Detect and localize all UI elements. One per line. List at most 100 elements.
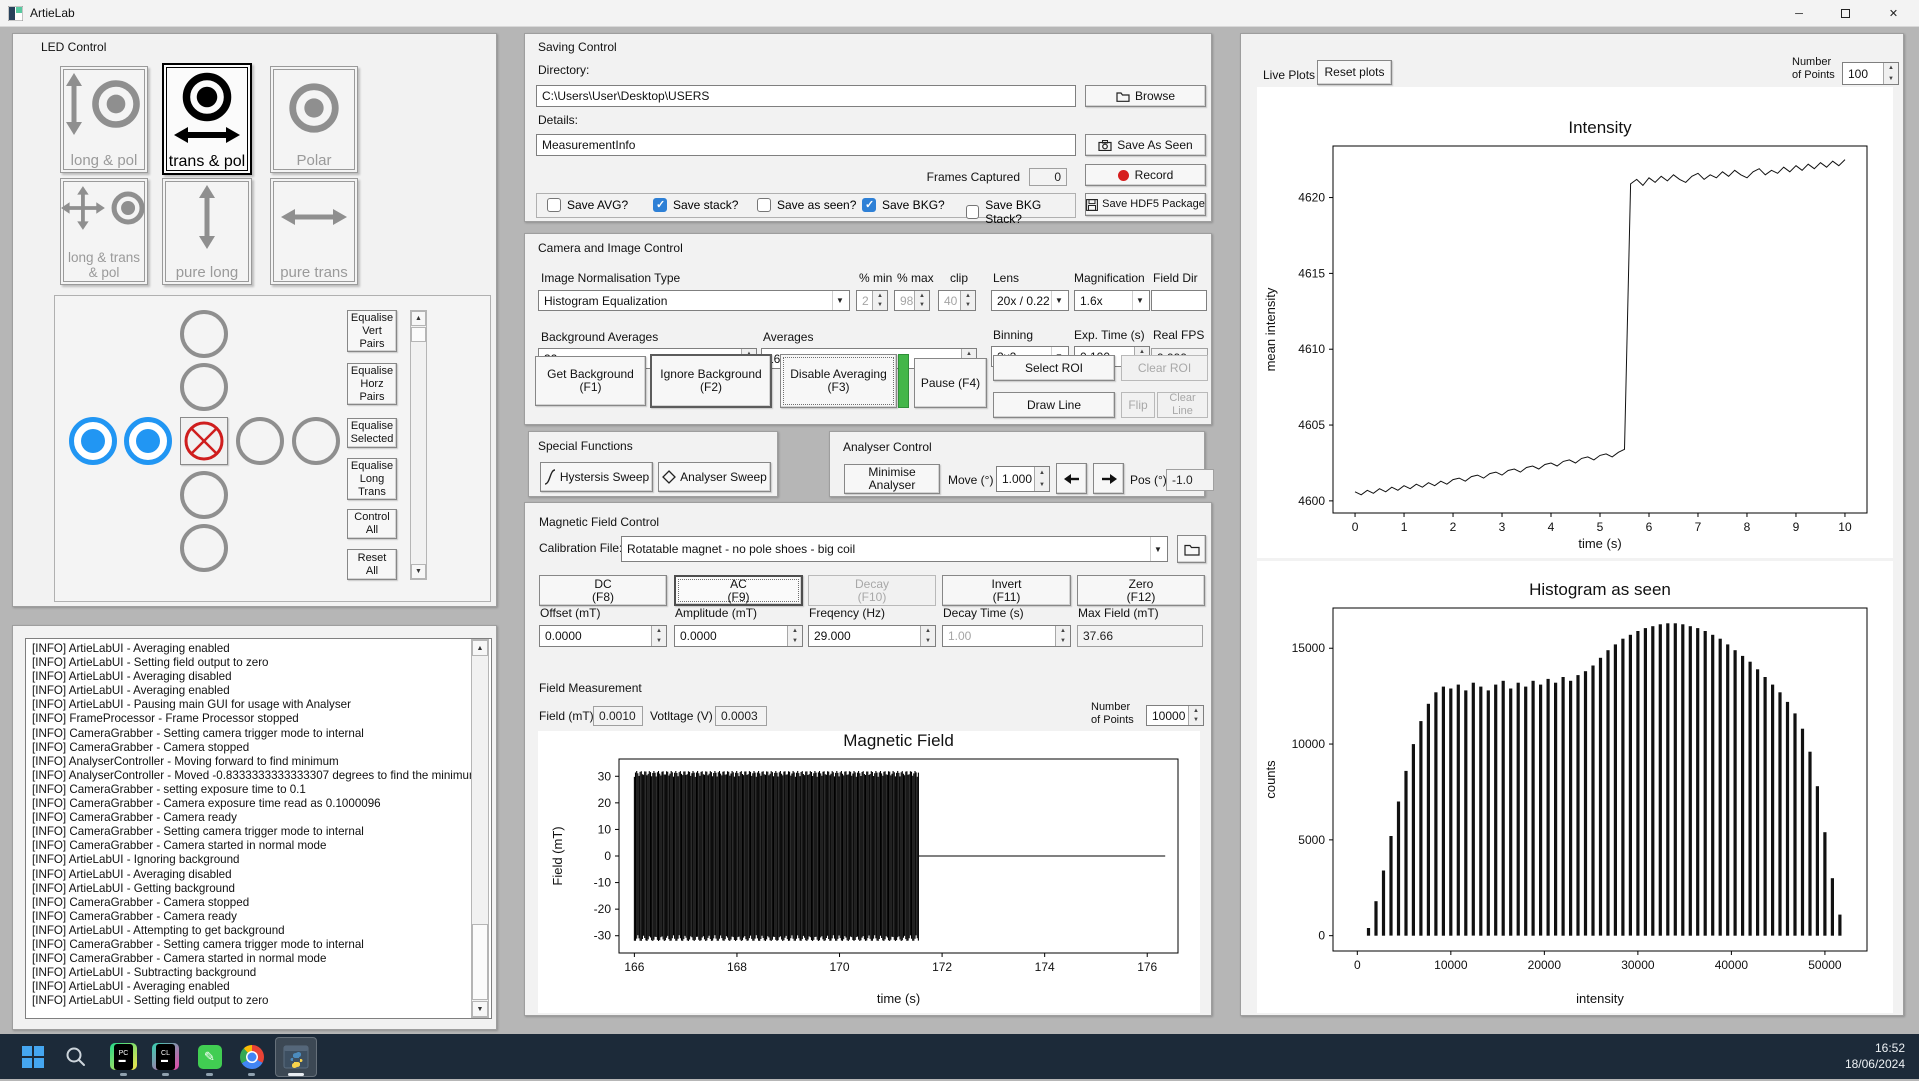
led-mode-long-pol-button[interactable]: long & pol — [60, 66, 148, 173]
led-mode-pure-long-button[interactable]: pure long — [162, 178, 252, 285]
led-circle-off[interactable] — [180, 363, 228, 411]
amplitude-spinbox[interactable]: 0.0000▲▼ — [674, 625, 803, 647]
spinner-arrows-icon[interactable]: ▲▼ — [914, 291, 929, 310]
analyser-sweep-button[interactable]: Analyser Sweep — [658, 462, 771, 492]
equalise-horz-pairs-button[interactable]: Equalise Horz Pairs — [347, 363, 397, 405]
draw-line-button[interactable]: Draw Line — [993, 392, 1115, 418]
minimise-analyser-button[interactable]: Minimise Analyser — [844, 464, 940, 494]
minimize-button[interactable]: ─ — [1776, 0, 1822, 27]
pause-button[interactable]: Pause (F4) — [914, 358, 987, 408]
calibration-file-dropdown[interactable]: Rotatable magnet - no pole shoes - big c… — [621, 536, 1168, 562]
spinner-arrows-icon[interactable]: ▲▼ — [787, 626, 802, 646]
equalise-selected-button[interactable]: Equalise Selected — [347, 418, 397, 448]
spinner-arrows-icon[interactable]: ▲▼ — [920, 626, 935, 646]
checkbox-unchecked-icon[interactable] — [547, 198, 561, 212]
taskbar-chrome[interactable] — [238, 1043, 265, 1070]
reset-all-button[interactable]: Reset All — [347, 549, 397, 580]
calibration-browse-button[interactable] — [1177, 535, 1206, 563]
save-option-checkbox[interactable]: Save stack? — [653, 198, 738, 212]
frequency-spinbox[interactable]: 29.000▲▼ — [808, 625, 936, 647]
led-mode-trans-pol-button[interactable]: trans & pol — [162, 63, 252, 175]
disable-averaging-button[interactable]: Disable Averaging (F3) — [780, 354, 897, 408]
details-input[interactable]: MeasurementInfo — [536, 134, 1076, 156]
log-scrollbar[interactable]: ▲ ▼ — [471, 639, 489, 1018]
save-option-checkbox[interactable]: Save BKG Stack? — [966, 198, 1075, 226]
normalisation-dropdown[interactable]: Histogram Equalization▼ — [538, 290, 850, 311]
led-circle-crossed[interactable] — [180, 417, 228, 465]
save-hdf5-button[interactable]: Save HDF5 Package — [1085, 193, 1206, 216]
led-circle-off[interactable] — [180, 524, 228, 572]
browse-button[interactable]: Browse — [1085, 85, 1206, 107]
search-button[interactable] — [62, 1043, 89, 1070]
invert-button[interactable]: Invert (F11) — [942, 575, 1071, 606]
equalise-long-trans-button[interactable]: Equalise Long Trans — [347, 458, 397, 500]
checkbox-checked-icon[interactable] — [862, 198, 876, 212]
save-option-checkbox[interactable]: Save AVG? — [547, 198, 628, 212]
equalise-vert-pairs-button[interactable]: Equalise Vert Pairs — [347, 310, 397, 352]
scroll-up-icon[interactable]: ▲ — [472, 640, 488, 656]
led-mode-long-trans-pol-button[interactable]: long & trans & pol — [60, 178, 148, 285]
decay-button[interactable]: Decay (F10) — [808, 575, 936, 606]
taskbar-qt-designer[interactable]: ✎ — [196, 1043, 223, 1070]
decay-time-spinbox[interactable]: 1.00▲▼ — [942, 625, 1071, 647]
clear-line-button[interactable]: Clear Line — [1157, 392, 1208, 418]
get-background-button[interactable]: Get Background (F1) — [535, 356, 646, 406]
ignore-background-button[interactable]: Ignore Background (F2) — [650, 354, 772, 408]
scroll-down-icon[interactable]: ▼ — [472, 1001, 488, 1017]
ac-button[interactable]: AC (F9) — [674, 575, 803, 606]
led-circle-off[interactable] — [236, 417, 284, 465]
checkbox-checked-icon[interactable] — [653, 198, 667, 212]
directory-input[interactable]: C:\Users\User\Desktop\USERS — [536, 85, 1076, 107]
zero-button[interactable]: Zero (F12) — [1077, 575, 1205, 606]
taskbar-pycharm[interactable]: PC▬ — [110, 1043, 137, 1070]
save-option-checkbox[interactable]: Save as seen? — [757, 198, 856, 212]
spinner-arrows-icon[interactable]: ▲▼ — [1188, 706, 1203, 725]
start-button[interactable] — [19, 1043, 46, 1070]
flip-button[interactable]: Flip — [1121, 392, 1155, 418]
taskbar-artielab-active[interactable] — [275, 1037, 317, 1077]
taskbar-clion[interactable]: CL▬ — [152, 1043, 179, 1070]
save-as-seen-button[interactable]: Save As Seen — [1085, 134, 1206, 156]
hysteresis-sweep-button[interactable]: Hystersis Sweep — [540, 462, 653, 492]
led-mode-pure-trans-button[interactable]: pure trans — [270, 178, 358, 285]
select-roi-button[interactable]: Select ROI — [993, 355, 1115, 381]
log-output[interactable]: [INFO] ArtieLabUI - Averaging enabled[IN… — [25, 638, 492, 1019]
move-left-button[interactable] — [1056, 463, 1087, 494]
led-circle-off[interactable] — [180, 471, 228, 519]
led-circle-off[interactable] — [292, 417, 340, 465]
checkbox-unchecked-icon[interactable] — [757, 198, 771, 212]
save-option-checkbox[interactable]: Save BKG? — [862, 198, 945, 212]
clip-spinbox[interactable]: 40▲▼ — [938, 290, 976, 311]
lens-dropdown[interactable]: 20x / 0.22▼ — [991, 290, 1069, 311]
scrollbar-thumb[interactable] — [411, 327, 426, 342]
checkbox-unchecked-icon[interactable] — [966, 205, 979, 219]
spinner-arrows-icon[interactable]: ▲▼ — [872, 291, 887, 310]
close-button[interactable]: ✕ — [1868, 0, 1919, 27]
spinner-arrows-icon[interactable]: ▲▼ — [1055, 626, 1070, 646]
spinner-arrows-icon[interactable]: ▲▼ — [960, 291, 975, 310]
scroll-up-icon[interactable]: ▲ — [411, 311, 426, 326]
pct-min-spinbox[interactable]: 2▲▼ — [856, 290, 888, 311]
scroll-down-icon[interactable]: ▼ — [411, 564, 426, 579]
reset-plots-button[interactable]: Reset plots — [1317, 60, 1392, 85]
scrollbar-thumb[interactable] — [472, 924, 488, 1000]
led-circle-on[interactable] — [69, 417, 117, 465]
move-right-button[interactable] — [1093, 463, 1124, 494]
spinner-arrows-icon[interactable]: ▲▼ — [1034, 467, 1049, 491]
dc-button[interactable]: DC (F8) — [539, 575, 667, 606]
clear-roi-button[interactable]: Clear ROI — [1121, 355, 1208, 381]
offset-spinbox[interactable]: 0.0000▲▼ — [539, 625, 667, 647]
pct-max-spinbox[interactable]: 98▲▼ — [894, 290, 930, 311]
maximize-button[interactable] — [1822, 0, 1868, 27]
move-spinbox[interactable]: 1.000▲▼ — [996, 466, 1050, 492]
control-all-button[interactable]: Control All — [347, 509, 397, 539]
live-points-spinbox[interactable]: 100▲▼ — [1842, 62, 1899, 85]
magnification-dropdown[interactable]: 1.6x▼ — [1074, 290, 1150, 311]
record-button[interactable]: Record — [1085, 164, 1206, 186]
taskbar-clock[interactable]: 16:52 18/06/2024 — [1845, 1040, 1905, 1072]
spinner-arrows-icon[interactable]: ▲▼ — [651, 626, 666, 646]
magnet-points-spinbox[interactable]: 10000▲▼ — [1146, 705, 1204, 726]
spinner-arrows-icon[interactable]: ▲▼ — [1883, 63, 1898, 84]
led-mode-polar-button[interactable]: Polar — [270, 66, 358, 173]
led-circle-on[interactable] — [124, 417, 172, 465]
